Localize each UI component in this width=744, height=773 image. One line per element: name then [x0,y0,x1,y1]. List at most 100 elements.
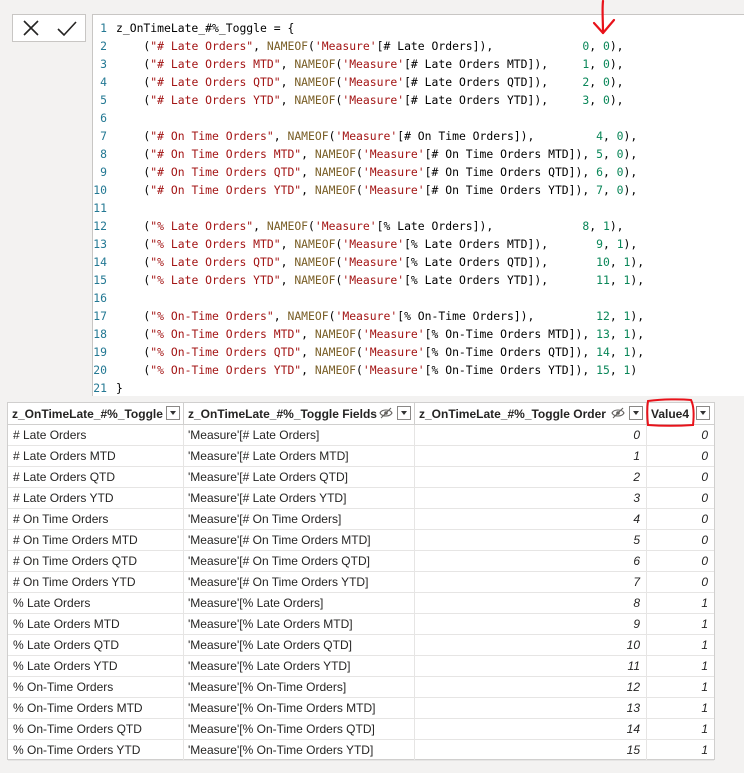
table-cell[interactable]: 'Measure'[# On Time Orders QTD] [184,551,415,572]
checkmark-icon[interactable] [56,18,78,38]
table-cell[interactable]: % On-Time Orders MTD [8,698,184,719]
close-icon[interactable] [21,18,41,38]
table-cell[interactable]: 'Measure'[% Late Orders QTD] [184,635,415,656]
formula-commit-controls [12,14,86,42]
chevron-down-icon[interactable] [629,406,643,420]
table-cell[interactable]: 'Measure'[% On-Time Orders MTD] [184,698,415,719]
code-token: NAMEOF [266,39,309,53]
table-cell[interactable]: 3 [415,488,647,509]
table-cell[interactable]: # On Time Orders YTD [8,572,184,593]
table-cell[interactable]: 0 [647,446,714,467]
chevron-down-icon[interactable] [397,406,411,420]
line-number: 20 [93,363,107,377]
table-cell[interactable]: 'Measure'[# On Time Orders] [184,509,415,530]
table-cell[interactable]: 15 [415,740,647,761]
table-cell[interactable]: % Late Orders [8,593,184,614]
column-header-0[interactable]: z_OnTimeLate_#%_Toggle [8,403,184,425]
chevron-down-icon[interactable] [696,406,710,420]
code-token: 'Measure' [342,57,405,71]
table-cell[interactable]: 8 [415,593,647,614]
column-header-2[interactable]: z_OnTimeLate_#%_Toggle Order [415,403,647,425]
table-cell[interactable]: 'Measure'[% On-Time Orders] [184,677,415,698]
table-cell[interactable]: 'Measure'[# On Time Orders MTD] [184,530,415,551]
table-cell[interactable]: 1 [647,677,714,698]
dax-formula-editor[interactable]: 1 z_OnTimeLate_#%_Toggle = {2 ("# Late Or… [92,14,744,396]
code-token: , [280,237,295,251]
table-cell[interactable]: 0 [647,488,714,509]
table-cell[interactable]: 0 [647,572,714,593]
table-cell[interactable]: 'Measure'[# On Time Orders YTD] [184,572,415,593]
table-cell[interactable]: 13 [415,698,647,719]
table-cell[interactable]: 1 [647,656,714,677]
code-token: , [609,327,624,341]
table-cell[interactable]: 'Measure'[% On-Time Orders QTD] [184,719,415,740]
table-cell[interactable]: 1 [647,635,714,656]
table-cell[interactable]: 4 [415,509,647,530]
table-cell[interactable]: 0 [647,551,714,572]
table-cell[interactable]: 'Measure'[# Late Orders MTD] [184,446,415,467]
code-token: ( [116,273,151,287]
table-cell[interactable]: % On-Time Orders QTD [8,719,184,740]
table-cell[interactable]: # On Time Orders [8,509,184,530]
table-cell[interactable]: 1 [647,593,714,614]
code-token: [% Late Orders QTD]), [404,255,597,269]
column-header-1[interactable]: z_OnTimeLate_#%_Toggle Fields [184,403,415,425]
code-token: 'Measure' [362,165,425,179]
table-cell[interactable]: 1 [647,740,714,761]
table-cell[interactable]: % On-Time Orders YTD [8,740,184,761]
code-token: , [602,165,617,179]
table-cell[interactable]: 9 [415,614,647,635]
table-cell[interactable]: % On-Time Orders [8,677,184,698]
table-cell[interactable]: 'Measure'[# Late Orders YTD] [184,488,415,509]
code-token: 4 [596,129,603,143]
table-cell[interactable]: 1 [647,698,714,719]
annotation-highlight [646,398,695,427]
table-cell[interactable]: % Late Orders YTD [8,656,184,677]
table-cell[interactable]: 'Measure'[# Late Orders QTD] [184,467,415,488]
table-cell[interactable]: # On Time Orders QTD [8,551,184,572]
table-cell[interactable]: 7 [415,572,647,593]
code-token: ( [356,345,363,359]
table-cell[interactable]: # On Time Orders MTD [8,530,184,551]
code-token: NAMEOF [294,93,336,107]
line-number: 16 [93,291,107,305]
table-cell[interactable]: 14 [415,719,647,740]
table-cell[interactable]: 2 [415,467,647,488]
code-text: ("# Late Orders QTD", NAMEOF('Measure'[#… [116,73,623,91]
table-cell[interactable]: 0 [647,467,714,488]
table-cell[interactable]: 'Measure'[% Late Orders YTD] [184,656,415,677]
table-cell[interactable]: # Late Orders YTD [8,488,184,509]
table-cell[interactable]: 'Measure'[% On-Time Orders YTD] [184,740,415,761]
table-row: # On Time Orders 'Measure'[# On Time Orde… [8,509,714,530]
table-cell[interactable]: % Late Orders MTD [8,614,184,635]
table-cell[interactable]: 0 [647,425,714,446]
table-cell[interactable]: 'Measure'[% Late Orders] [184,593,415,614]
table-cell[interactable]: 1 [647,719,714,740]
code-token: , [301,363,315,377]
table-cell[interactable]: 1 [647,614,714,635]
code-token: ( [116,57,151,71]
table-cell[interactable]: 12 [415,677,647,698]
code-token: ( [308,219,315,233]
table-cell[interactable]: # Late Orders QTD [8,467,184,488]
code-token: 12 [596,309,610,323]
table-cell[interactable]: 0 [647,509,714,530]
table-cell[interactable]: 10 [415,635,647,656]
table-cell[interactable]: 'Measure'[% Late Orders MTD] [184,614,415,635]
table-cell[interactable]: # Late Orders [8,425,184,446]
table-cell[interactable]: # Late Orders MTD [8,446,184,467]
table-cell[interactable]: 6 [415,551,647,572]
table-cell[interactable]: 5 [415,530,647,551]
code-text: ("# Late Orders YTD", NAMEOF('Measure'[#… [116,91,623,109]
table-cell[interactable]: 1 [415,446,647,467]
code-token: , [609,345,624,359]
table-cell[interactable]: 11 [415,656,647,677]
chevron-down-icon[interactable] [166,406,180,420]
code-text: ("# On Time Orders", NAMEOF('Measure'[# … [116,127,637,145]
table-cell[interactable]: 'Measure'[# Late Orders] [184,425,415,446]
table-cell[interactable]: 0 [647,530,714,551]
eye-hidden-icon [611,407,625,422]
code-text: ("% Late Orders YTD", NAMEOF('Measure'[%… [116,271,644,289]
table-cell[interactable]: 0 [415,425,647,446]
table-cell[interactable]: % Late Orders QTD [8,635,184,656]
